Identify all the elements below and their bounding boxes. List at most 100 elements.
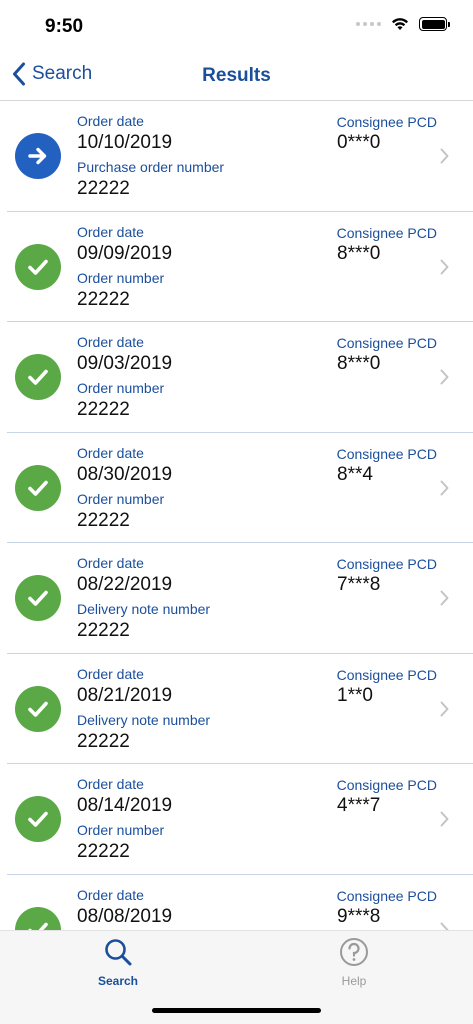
chevron-right-icon (440, 590, 449, 606)
checkmark-icon (28, 590, 48, 606)
navigation-bar: Search Results (0, 50, 473, 101)
number-value: 22222 (77, 841, 130, 862)
result-row[interactable]: Order date 08/21/2019 Delivery note number… (7, 654, 473, 764)
consignee-pcd-label: Consignee PCD (336, 114, 437, 130)
page-title: Results (202, 65, 271, 86)
order-date-value: 08/14/2019 (77, 795, 173, 816)
consignee-pcd-label: Consignee PCD (336, 777, 437, 793)
results-list: Order date 10/10/2019 Purchase order numbe… (0, 101, 473, 930)
chevron-right-icon (440, 701, 449, 716)
consignee-pcd-value: 8***0 (337, 242, 381, 264)
completed-status-badge (15, 464, 61, 511)
order-date-label: Order date (77, 886, 144, 903)
tab-help[interactable]: Help (314, 937, 394, 988)
order-date-value: 08/22/2019 (77, 574, 173, 595)
completed-status-badge (15, 906, 61, 930)
wifi-icon (392, 18, 408, 30)
order-date-value: 09/09/2019 (77, 242, 173, 264)
chevron-right-icon (440, 480, 449, 501)
result-row[interactable]: Order date 08/30/2019 Order number 22222 Con… (7, 433, 473, 543)
number-label: Order number (77, 380, 165, 396)
order-date-value: 08/21/2019 (77, 684, 173, 706)
completed-status-badge (15, 354, 61, 400)
status-time: 9:50 (45, 16, 84, 37)
order-date-label: Order date (77, 776, 144, 792)
chevron-right-icon (440, 259, 449, 280)
chevron-right-icon (440, 148, 449, 169)
order-date-label: Order date (77, 444, 144, 461)
chevron-right-icon (440, 480, 449, 495)
current-status-badge (15, 133, 61, 179)
order-date-value: 10/10/2019 (77, 132, 173, 153)
consignee-pcd-value: 8**4 (337, 463, 373, 485)
completed-status-badge (15, 243, 61, 290)
home-indicator (152, 1008, 321, 1013)
number-label: Order number (77, 822, 165, 838)
order-date-value: 08/08/2019 (77, 905, 173, 927)
checkmark-icon (28, 259, 48, 275)
result-row[interactable]: Order date 08/22/2019 Delivery note number… (7, 543, 473, 654)
chevron-right-icon (440, 369, 449, 390)
result-row[interactable]: Order date 08/14/2019 Order number 22222 Con… (7, 764, 473, 875)
consignee-pcd-label: Consignee PCD (336, 666, 437, 683)
checkmark-icon (28, 922, 48, 930)
signal-icon (356, 22, 381, 26)
consignee-pcd-value: 8***0 (337, 353, 381, 374)
result-row[interactable]: Order date 09/09/2019 Order number 22222 Con… (7, 212, 473, 322)
search-icon (105, 939, 132, 966)
checkmark-icon (28, 369, 48, 385)
consignee-pcd-label: Consignee PCD (336, 887, 437, 904)
arrow-right-icon (28, 147, 47, 165)
chevron-right-icon (440, 148, 449, 164)
consignee-pcd-label: Consignee PCD (336, 445, 437, 462)
number-label: Delivery note number (77, 601, 211, 617)
order-date-label: Order date (77, 555, 144, 571)
number-value: 22222 (77, 620, 130, 641)
order-date-value: 08/30/2019 (77, 463, 173, 485)
consignee-pcd-value: 1**0 (337, 684, 373, 706)
chevron-right-icon (440, 811, 449, 832)
chevron-right-icon (440, 259, 449, 274)
completed-status-badge (15, 575, 61, 621)
result-row[interactable]: Order date 09/03/2019 Order number 22222 Con… (7, 322, 473, 433)
battery-icon (419, 17, 450, 31)
order-date-label: Order date (77, 334, 144, 350)
order-date-label: Order date (77, 223, 144, 240)
number-label: Purchase order number (77, 159, 225, 175)
number-label: Order number (77, 269, 165, 286)
number-label: Delivery note number (77, 711, 211, 728)
number-value: 22222 (77, 399, 130, 420)
number-value: 22222 (77, 288, 130, 310)
chevron-right-icon (440, 701, 449, 722)
order-date-label: Order date (77, 113, 144, 129)
number-value: 22222 (77, 730, 130, 752)
order-date-label: Order date (77, 665, 144, 682)
tab-search[interactable]: Search (78, 937, 158, 988)
consignee-pcd-label: Consignee PCD (336, 335, 437, 351)
checkmark-icon (28, 811, 48, 827)
consignee-pcd-value: 9***8 (337, 905, 381, 927)
help-icon (340, 938, 368, 966)
consignee-pcd-label: Consignee PCD (336, 224, 437, 241)
completed-status-badge (15, 796, 61, 842)
consignee-pcd-value: 0***0 (337, 132, 381, 153)
chevron-right-icon (440, 922, 449, 930)
chevron-right-icon (440, 590, 449, 611)
tab-search-label: Search (97, 974, 139, 988)
completed-status-badge (15, 685, 61, 732)
checkmark-icon (28, 480, 48, 496)
checkmark-icon (28, 701, 48, 717)
chevron-right-icon (440, 922, 449, 930)
consignee-pcd-label: Consignee PCD (336, 556, 437, 572)
status-bar: 9:50 (0, 0, 473, 50)
number-label: Order number (77, 490, 165, 507)
number-value: 22222 (77, 178, 130, 199)
tab-help-label: Help (341, 974, 367, 988)
number-value: 22222 (77, 509, 130, 531)
result-row[interactable]: Order date 08/08/2019 Consignee PCD 9***8 (7, 875, 473, 930)
status-icons (356, 17, 450, 31)
result-row[interactable]: Order date 10/10/2019 Purchase order numbe… (7, 101, 473, 212)
order-date-value: 09/03/2019 (77, 353, 173, 374)
consignee-pcd-value: 7***8 (337, 574, 381, 595)
chevron-right-icon (440, 811, 449, 827)
